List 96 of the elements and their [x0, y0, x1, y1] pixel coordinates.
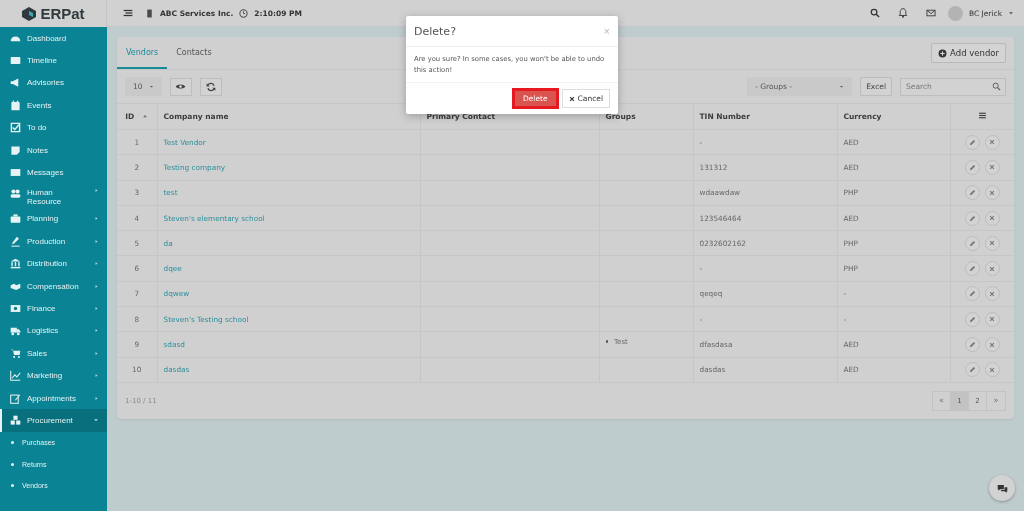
edit-icon [10, 392, 21, 404]
sidebar-item[interactable]: Timeline [0, 49, 107, 72]
close-icon [989, 240, 996, 247]
sort-up-icon [142, 113, 149, 119]
cube-logo-icon [21, 5, 38, 22]
sidebar-item[interactable]: Logistics [0, 319, 107, 343]
sidebar-item[interactable]: Messages [0, 161, 107, 184]
close-icon [568, 95, 575, 102]
close-icon [989, 265, 996, 272]
clock-icon [239, 8, 249, 18]
bank-icon [10, 258, 21, 270]
refresh-button[interactable] [199, 77, 222, 96]
delete-button[interactable] [984, 235, 1000, 251]
tab[interactable]: Contacts [167, 37, 221, 69]
delete-button[interactable] [984, 159, 1000, 175]
edit-button[interactable] [964, 134, 980, 150]
sidebar-item[interactable]: Events [0, 94, 107, 117]
edit-button[interactable] [964, 185, 980, 201]
pencil-icon [968, 138, 976, 146]
search-icon [992, 82, 1001, 91]
edit-button[interactable] [964, 235, 980, 251]
sidebar-item[interactable]: Distribution [0, 252, 107, 275]
edit-button[interactable] [964, 261, 980, 277]
edit-button[interactable] [964, 159, 980, 175]
delete-button[interactable] [984, 134, 1000, 150]
close-icon [989, 366, 996, 373]
pencil-icon [968, 315, 976, 323]
briefcase-icon [10, 213, 21, 225]
calendar-icon [10, 99, 21, 111]
people-icon [10, 187, 21, 199]
plus-circle-icon [938, 48, 948, 58]
pencil-icon [968, 189, 976, 197]
cart-icon [10, 347, 21, 359]
delete-button[interactable] [984, 311, 1000, 327]
sidebar-item[interactable]: Procurement [0, 409, 107, 432]
sidebar-item[interactable]: Advisories [0, 71, 107, 95]
pencil-icon [968, 290, 976, 298]
pencil-icon [968, 265, 976, 273]
pencil-icon [968, 214, 976, 222]
building-icon [145, 8, 154, 18]
tab[interactable]: Vendors [117, 37, 168, 69]
chat-icon [996, 482, 1008, 494]
pen-icon [10, 235, 21, 247]
edit-button[interactable] [964, 311, 980, 327]
sidebar-item[interactable]: Sales [0, 342, 107, 365]
sidebar-item[interactable]: Dashboard [0, 27, 107, 50]
megaphone-icon [10, 77, 21, 89]
close-icon [989, 316, 996, 323]
edit-button[interactable] [964, 210, 980, 226]
edit-button[interactable] [964, 286, 980, 302]
pencil-icon [968, 163, 976, 171]
sidebar-item[interactable]: Compensation [0, 274, 107, 298]
sidebar-item[interactable]: Human Resource [0, 183, 107, 208]
logo-text: ERPat [40, 5, 85, 22]
delete-button[interactable] [984, 337, 1000, 352]
close-icon [989, 341, 996, 348]
checkbox-icon [10, 122, 21, 134]
close-icon [989, 189, 996, 196]
delete-button[interactable] [984, 261, 1000, 277]
money-icon [10, 303, 21, 314]
edit-button[interactable] [964, 362, 980, 378]
delete-button[interactable] [984, 362, 1000, 378]
close-icon [989, 164, 996, 171]
sidebar-item[interactable]: Marketing [0, 364, 107, 387]
add-vendor-button[interactable]: Add vendor [931, 43, 1006, 63]
refresh-icon [205, 81, 216, 92]
sidebar-item[interactable]: To do [0, 116, 107, 139]
truck-icon [10, 325, 21, 337]
sidebar-item[interactable]: Appointments [0, 386, 107, 410]
caret-down-icon [148, 84, 154, 89]
sidebar-item[interactable]: Notes [0, 138, 107, 162]
chat-button[interactable] [989, 475, 1015, 501]
envelope-icon [10, 167, 21, 179]
caret-down-icon [839, 84, 845, 89]
pencil-icon [968, 366, 976, 374]
sidebar-item[interactable]: Production [0, 230, 107, 253]
sidebar-item[interactable]: Planning [0, 207, 107, 231]
card-icon [10, 55, 21, 67]
pencil-icon [968, 341, 976, 348]
dialog-title: Delete? [414, 24, 457, 38]
cubes-icon [10, 414, 21, 426]
delete-button[interactable] [984, 185, 1000, 201]
close-icon [989, 139, 996, 146]
bullet-icon [605, 340, 608, 343]
note-icon [10, 144, 21, 156]
delete-button[interactable] [984, 286, 1000, 302]
close-icon [989, 290, 996, 297]
eye-icon [175, 81, 187, 92]
delete-button[interactable] [984, 210, 1000, 226]
caret-down-icon [1008, 10, 1014, 16]
pencil-icon [968, 239, 976, 247]
line-chart-icon [10, 370, 21, 382]
sidebar-item[interactable]: Finance [0, 297, 107, 320]
eye-button[interactable] [169, 77, 192, 96]
close-icon [989, 215, 996, 222]
edit-button[interactable] [964, 337, 980, 352]
